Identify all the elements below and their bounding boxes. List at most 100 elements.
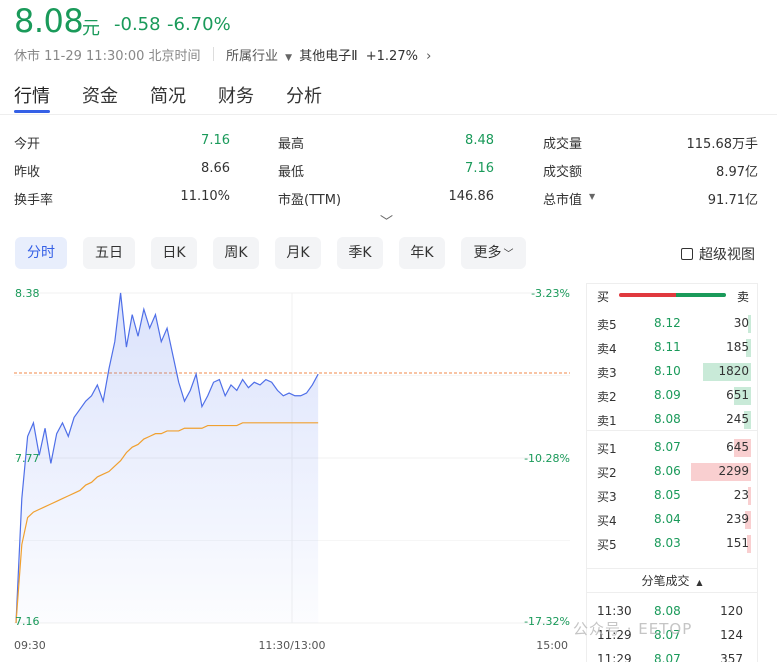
stat-label: 总市值 [543, 193, 583, 208]
y-axis-pct-label: -3.23% [531, 287, 570, 300]
period-button[interactable]: 周K [213, 237, 259, 269]
chevron-down-icon: ﹀ [503, 249, 514, 260]
period-label: 月K [286, 245, 310, 261]
trade-vol: 124 [720, 628, 743, 642]
super-view-button[interactable]: 超级视图 [681, 244, 755, 264]
caret-down-icon[interactable]: ▼ [589, 192, 595, 201]
industry-link[interactable]: 所属行业 ▼ 其他电子Ⅱ +1.27% › [226, 45, 431, 64]
orderbook-label: 卖2 [597, 390, 617, 404]
period-button[interactable]: 季K [337, 237, 383, 269]
orderbook-row[interactable]: 卖3 8.10 1820 [587, 360, 759, 384]
price-area [16, 293, 319, 623]
orderbook-row[interactable]: 卖2 8.09 651 [587, 384, 759, 408]
stat-value: 8.66 [201, 161, 230, 176]
fullscreen-icon [681, 248, 693, 260]
y-axis-label: 7.16 [15, 615, 40, 628]
orderbook-label: 卖5 [597, 318, 617, 332]
orderbook-vol: 1820 [718, 364, 749, 378]
orderbook-row[interactable]: 买5 8.03 151 [587, 532, 759, 556]
buy-sell-bar-sell-label: 卖 [737, 290, 750, 304]
period-button[interactable]: 日K [151, 237, 197, 269]
market-status: 休市 11-29 11:30:00 北京时间 [14, 49, 201, 64]
price-change-pct: -6.70% [167, 14, 231, 35]
buy-sell-bar-buy-label: 买 [597, 290, 610, 304]
orderbook-label: 买3 [597, 490, 617, 504]
intraday-chart[interactable]: 8.38 7.77 7.16 -3.23% -10.28% -17.32% 09:30 11:… [14, 283, 574, 658]
divider [587, 430, 757, 431]
x-axis-label: 09:30 [14, 639, 46, 652]
trade-vol: 357 [720, 652, 743, 662]
orderbook-price: 8.05 [654, 488, 681, 502]
orderbook-row[interactable]: 买3 8.05 23 [587, 484, 759, 508]
industry-name: 其他电子Ⅱ [299, 49, 358, 64]
stat-value: 7.16 [465, 161, 494, 176]
period-button[interactable]: 月K [275, 237, 321, 269]
stat-value: 7.16 [201, 133, 230, 148]
period-label: 分时 [27, 245, 55, 261]
trade-price: 8.07 [654, 652, 681, 662]
caret-down-icon: ▼ [285, 53, 293, 63]
stat-value: 8.97亿 [716, 165, 758, 180]
divider [0, 114, 777, 115]
tab-funds[interactable]: 资金 [82, 82, 118, 108]
tab-profile[interactable]: 简况 [150, 82, 186, 108]
tab-finance[interactable]: 财务 [218, 82, 254, 108]
trades-title: 分笔成交 [641, 574, 690, 588]
orderbook-price: 8.11 [654, 340, 681, 354]
orderbook-vol: 239 [726, 512, 749, 526]
orderbook-label: 买1 [597, 442, 617, 456]
divider [587, 592, 757, 593]
orderbook-vol: 151 [726, 536, 749, 550]
orderbook-vol: 651 [726, 388, 749, 402]
y-axis-pct-label: -10.28% [524, 452, 570, 465]
orderbook-label: 卖1 [597, 414, 617, 428]
orderbook-vol: 2299 [718, 464, 749, 478]
orderbook-row[interactable]: 买4 8.04 239 [587, 508, 759, 532]
stat-label: 成交额 [543, 165, 583, 180]
period-button[interactable]: 五日 [83, 237, 135, 269]
price-unit: 元 [82, 18, 100, 39]
x-axis-label: 15:00 [536, 639, 568, 652]
stat-value: 91.71亿 [707, 193, 758, 208]
expand-chevron-icon[interactable]: ﹀ [380, 211, 393, 230]
y-axis-pct-label: -17.32% [524, 615, 570, 628]
period-label: 年K [410, 245, 434, 261]
stat-value: 146.86 [448, 189, 495, 204]
trade-time: 11:29 [597, 652, 632, 662]
orderbook-label: 买4 [597, 514, 617, 528]
chevron-right-icon: › [426, 49, 432, 64]
period-button[interactable]: 更多 ﹀ [461, 237, 526, 269]
orderbook-label: 卖3 [597, 366, 617, 380]
orderbook-vol: 23 [733, 488, 749, 502]
trades-header[interactable]: 分笔成交 ▲ [587, 572, 757, 589]
y-axis-label: 7.77 [15, 452, 40, 465]
orderbook-row[interactable]: 卖5 8.12 30 [587, 312, 759, 336]
orderbook-label: 卖4 [597, 342, 617, 356]
trade-vol: 120 [720, 604, 743, 618]
period-button[interactable]: 年K [399, 237, 445, 269]
tab-quote[interactable]: 行情 [14, 82, 50, 108]
orderbook-row[interactable]: 卖1 8.08 245 [587, 408, 759, 432]
trade-price: 8.08 [654, 604, 681, 618]
stat-label: 最低 [278, 165, 305, 180]
orderbook-label: 买5 [597, 538, 617, 552]
stat-label: 成交量 [543, 137, 583, 152]
industry-change: +1.27% [365, 49, 418, 64]
orderbook-row[interactable]: 买1 8.07 645 [587, 436, 759, 460]
sell-ratio-bar [676, 293, 726, 297]
current-price: 8.08 [14, 2, 84, 40]
period-button[interactable]: 分时 [15, 237, 67, 269]
orderbook-row[interactable]: 买2 8.06 2299 [587, 460, 759, 484]
period-label: 日K [162, 245, 186, 261]
period-label: 更多 [473, 245, 502, 261]
stat-value: 8.48 [465, 133, 494, 148]
super-view-label: 超级视图 [699, 247, 755, 263]
orderbook-row[interactable]: 卖4 8.11 185 [587, 336, 759, 360]
orderbook-price: 8.03 [654, 536, 681, 550]
x-axis-label: 11:30/13:00 [258, 639, 325, 652]
order-book: 买 卖 卖5 8.12 30 卖4 8.11 185 卖3 8.10 1820 卖2 8.09 651… [586, 283, 758, 662]
orderbook-price: 8.07 [654, 440, 681, 454]
stat-label: 市盈(TTM) [278, 193, 342, 208]
tab-analysis[interactable]: 分析 [286, 82, 322, 108]
orderbook-vol: 645 [726, 440, 749, 454]
